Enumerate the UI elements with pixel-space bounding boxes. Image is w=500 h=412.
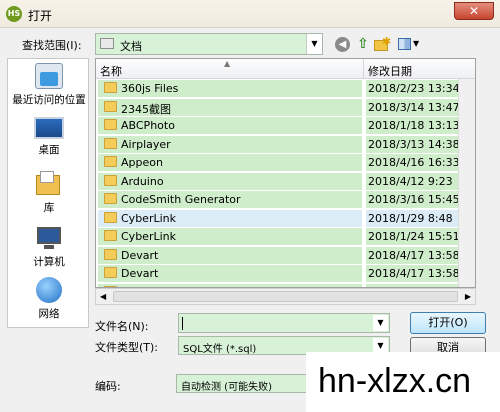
folder-icon xyxy=(104,119,117,130)
watermark-text: hn-xlzx.cn xyxy=(318,362,472,400)
horizontal-scrollbar[interactable]: ◀ ▶ xyxy=(95,288,476,305)
list-header: 名称 ▲ 修改日期 xyxy=(96,59,475,79)
lookin-value: 文档 xyxy=(120,40,142,53)
file-row[interactable]: 360js Files 2018/2/23 13:34 xyxy=(96,79,475,97)
place-network[interactable]: 网络 xyxy=(8,277,90,321)
folder-icon xyxy=(104,248,117,260)
file-name: 360js Files xyxy=(121,82,179,95)
file-row[interactable]: Devart 2018/4/17 13:58 xyxy=(96,246,475,264)
vertical-scrollbar[interactable] xyxy=(458,79,475,287)
file-date: 2018/1/29 8:48 xyxy=(368,211,453,225)
file-name: Arduino xyxy=(121,174,164,188)
file-date: 2018/3/16 15:45 xyxy=(368,193,460,206)
folder-icon xyxy=(104,193,117,204)
folder-icon xyxy=(104,267,117,278)
place-computer[interactable]: 计算机 xyxy=(8,225,90,269)
file-row[interactable]: CyberLink 2018/1/24 15:51 xyxy=(96,227,475,245)
up-folder-icon[interactable]: ⇧ xyxy=(354,35,372,53)
encoding-select[interactable]: 自动检测 (可能失败) xyxy=(176,374,316,393)
filename-label: 文件名(N): xyxy=(95,320,149,333)
file-date: 2018/4/17 13:58 xyxy=(368,267,460,280)
file-row[interactable]: Airplayer 2018/3/13 14:38 xyxy=(96,135,475,153)
chevron-down-icon[interactable]: ▼ xyxy=(373,338,388,353)
file-date: 2018/3/13 14:38 xyxy=(368,137,460,151)
file-date: 2018/4/16 16:33 xyxy=(368,156,460,169)
file-row[interactable]: Arduino 2018/4/12 9:23 xyxy=(96,172,475,190)
file-row[interactable]: 2345截图 2018/3/14 13:47 xyxy=(96,98,475,116)
file-row[interactable]: CyberLink 2018/1/29 8:48 xyxy=(96,209,475,227)
file-row[interactable]: CodeSmith Generator 2018/3/16 15:45 xyxy=(96,190,475,208)
places-bar: 最近访问的位置 桌面 库 计算机 网络 xyxy=(7,58,89,328)
file-name: Appeon xyxy=(121,156,163,169)
folder-icon xyxy=(100,38,114,49)
chevron-down-icon[interactable]: ▼ xyxy=(373,315,388,331)
scroll-right-icon[interactable]: ▶ xyxy=(465,292,471,301)
place-label: 网络 xyxy=(38,308,60,320)
file-name: Devart xyxy=(121,267,159,280)
chevron-down-icon[interactable]: ▼ xyxy=(306,34,322,54)
filetype-value: SQL文件 (*.sql) xyxy=(183,344,257,355)
recent-places-icon xyxy=(35,63,63,89)
file-row[interactable]: Devart 2018/4/17 13:58 xyxy=(96,264,475,282)
file-name: CyberLink xyxy=(121,230,176,243)
folder-icon xyxy=(104,230,117,241)
encoding-label: 编码: xyxy=(95,380,121,393)
open-button[interactable]: 打开(O) xyxy=(410,312,486,334)
folder-icon xyxy=(104,174,117,186)
folder-icon xyxy=(104,137,117,149)
place-label: 桌面 xyxy=(38,144,60,156)
lookin-dropdown[interactable]: 文档 ▼ xyxy=(95,33,323,55)
folder-icon xyxy=(104,82,117,93)
lookin-label: 查找范围(I): xyxy=(22,39,82,52)
view-menu-icon[interactable]: ▼ xyxy=(396,35,422,53)
computer-icon xyxy=(35,225,63,251)
filetype-label: 文件类型(T): xyxy=(95,341,159,354)
close-button[interactable]: ✕ xyxy=(454,2,494,20)
file-date: 2018/2/23 13:34 xyxy=(368,82,460,95)
column-header-date[interactable]: 修改日期 xyxy=(368,63,412,79)
file-name: Airplayer xyxy=(121,137,171,151)
place-libraries[interactable]: 库 xyxy=(8,171,90,215)
file-row[interactable]: Appeon 2018/4/16 16:33 xyxy=(96,153,475,171)
text-caret xyxy=(182,317,183,330)
back-arrow-icon[interactable]: ◀ xyxy=(335,37,350,52)
file-list[interactable]: 名称 ▲ 修改日期 360js Files 2018/2/23 13:34 2345… xyxy=(95,58,476,288)
title-bar: HS 打开 ✕ xyxy=(0,0,500,28)
file-date: 2018/4/12 9:23 xyxy=(368,174,453,188)
window-title: 打开 xyxy=(28,9,53,23)
folder-icon xyxy=(104,100,117,112)
file-name: CodeSmith Generator xyxy=(121,193,241,206)
desktop-icon xyxy=(34,117,64,139)
watermark: hn-xlzx.cn xyxy=(306,352,500,412)
place-label: 计算机 xyxy=(33,256,65,268)
folder-icon xyxy=(104,211,117,223)
place-desktop[interactable]: 桌面 xyxy=(8,117,90,157)
app-icon: HS xyxy=(6,6,22,22)
encoding-value: 自动检测 (可能失败) xyxy=(181,382,272,393)
file-date: 2018/1/18 13:13 xyxy=(368,119,460,132)
file-date: 2018/1/24 15:51 xyxy=(368,230,460,243)
scroll-left-icon[interactable]: ◀ xyxy=(100,292,106,301)
place-label: 最近访问的位置 xyxy=(12,94,86,106)
file-name: 2345截图 xyxy=(121,102,171,116)
file-name: ABCPhoto xyxy=(121,119,175,132)
place-recent[interactable]: 最近访问的位置 xyxy=(8,63,90,107)
file-name: CyberLink xyxy=(121,211,176,225)
column-header-name[interactable]: 名称 ▲ xyxy=(96,59,364,79)
libraries-icon xyxy=(36,171,62,197)
place-label: 库 xyxy=(43,202,55,214)
network-icon xyxy=(36,277,62,303)
file-name: Devart xyxy=(121,248,159,262)
folder-icon xyxy=(104,156,117,167)
scroll-thumb[interactable] xyxy=(113,291,458,302)
new-folder-icon[interactable]: ✱ xyxy=(372,35,391,53)
file-date: 2018/4/17 13:58 xyxy=(368,248,460,262)
file-date: 2018/3/14 13:47 xyxy=(368,100,460,114)
file-row[interactable]: ABCPhoto 2018/1/18 13:13 xyxy=(96,116,475,134)
sort-arrow-icon: ▲ xyxy=(224,59,231,68)
filename-input[interactable]: ▼ xyxy=(178,313,390,333)
